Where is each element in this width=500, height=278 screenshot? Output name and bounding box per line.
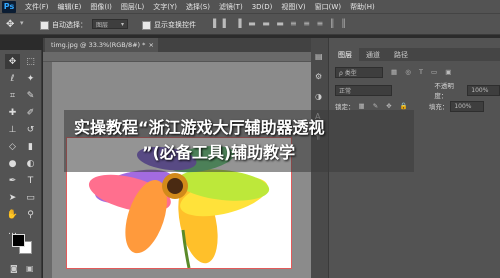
blend-mode-value: 正常: [339, 87, 352, 95]
opacity-label: 不透明度：: [434, 82, 454, 100]
menu-layer[interactable]: 图层(L): [121, 2, 144, 12]
menu-bar: Ps 文件(F) 编辑(E) 图像(I) 图层(L) 文字(Y) 选择(S) 滤…: [0, 0, 500, 13]
lock-icons[interactable]: ▦ ✎ ✥ 🔒: [359, 102, 411, 110]
pen-tool-icon[interactable]: ✒: [5, 173, 20, 188]
filter-icons[interactable]: ▦ ◎ T ▭ ▣: [391, 68, 454, 76]
auto-select-value: 图层: [96, 21, 109, 29]
magic-wand-tool-icon[interactable]: ✦: [23, 71, 38, 86]
fill-label: 填充：: [428, 103, 449, 111]
layer-kind-filter[interactable]: ρ 类型: [335, 66, 383, 78]
auto-select-dropdown[interactable]: 图层 ▾: [92, 19, 128, 29]
overlay-title-line-2: ”(必备工具)辅助教学: [142, 143, 296, 162]
chevron-down-icon: ▾: [120, 20, 124, 28]
marquee-tool-icon[interactable]: ⬚: [23, 54, 38, 69]
eyedropper-tool-icon[interactable]: ✎: [23, 88, 38, 103]
tab-paths[interactable]: 路径: [387, 48, 415, 61]
menu-type[interactable]: 文字(Y): [153, 2, 177, 12]
document-tab[interactable]: timg.jpg @ 33.3%(RGB/8#) * ×: [45, 38, 158, 52]
path-selection-tool-icon[interactable]: ➤: [5, 190, 20, 205]
eraser-tool-icon[interactable]: ◇: [5, 139, 20, 154]
auto-select-label: 自动选择：: [52, 21, 87, 29]
history-brush-tool-icon[interactable]: ↺: [23, 122, 38, 137]
opacity-input[interactable]: 100%: [467, 84, 500, 96]
clone-stamp-tool-icon[interactable]: ⊥: [5, 122, 20, 137]
tool-preset-chevron-icon[interactable]: ▾: [20, 19, 24, 27]
adjustments-panel-icon[interactable]: ◑: [315, 92, 322, 101]
options-bar: ✥ ▾ 自动选择： 图层 ▾ 显示变换控件 ▐ ▌ ▐ ▬ ▬ ▬ ≡ ≡ ≡ …: [0, 13, 500, 35]
blend-row: 正常 不透明度： 100%: [331, 82, 500, 100]
vertical-ruler: [43, 62, 52, 278]
menu-edit[interactable]: 编辑(E): [58, 2, 82, 12]
align-icons[interactable]: ▐ ▌ ▐ ▬ ▬ ▬: [210, 19, 286, 28]
fill-value: 100%: [454, 102, 472, 110]
show-transform-label: 显示变换控件: [154, 21, 196, 29]
menu-view[interactable]: 视图(V): [281, 2, 305, 12]
overlay-title-line-1: 实操教程“浙江游戏大厅辅助器透视: [74, 118, 325, 137]
close-icon[interactable]: ×: [149, 41, 154, 49]
gradient-tool-icon[interactable]: ▮: [23, 139, 38, 154]
menu-3d[interactable]: 3D(D): [252, 3, 273, 11]
hand-tool-icon[interactable]: ✋: [5, 207, 20, 222]
type-tool-icon[interactable]: T: [23, 173, 38, 188]
opacity-value: 100%: [471, 86, 489, 94]
history-panel-icon[interactable]: ▤: [315, 52, 323, 61]
fill-input[interactable]: 100%: [450, 100, 485, 112]
dodge-tool-icon[interactable]: ◐: [23, 156, 38, 171]
blend-mode-dropdown[interactable]: 正常: [335, 84, 393, 96]
layers-panel-tabs: 图层 通道 路径: [331, 48, 500, 61]
layer-filter-row: ρ 类型 ▦ ◎ T ▭ ▣: [331, 66, 500, 78]
foreground-color-swatch[interactable]: [12, 234, 25, 247]
horizontal-ruler: [43, 52, 311, 62]
screen-mode-icon[interactable]: ▣: [26, 264, 34, 273]
menu-window[interactable]: 窗口(W): [315, 2, 341, 12]
distribute-icons[interactable]: ≡ ≡ ≡ ║ ║: [290, 19, 348, 28]
tab-channels[interactable]: 通道: [359, 48, 387, 61]
document-tab-label: timg.jpg @ 33.3%(RGB/8#) *: [51, 41, 146, 49]
tab-layers[interactable]: 图层: [331, 48, 359, 61]
healing-brush-tool-icon[interactable]: ✚: [5, 105, 20, 120]
properties-panel-icon[interactable]: ⚙: [315, 72, 322, 81]
move-tool-icon[interactable]: ✥: [6, 19, 14, 30]
brush-tool-icon[interactable]: ✐: [23, 105, 38, 120]
menu-select[interactable]: 选择(S): [186, 2, 210, 12]
zoom-tool-icon[interactable]: ⚲: [23, 207, 38, 222]
menu-help[interactable]: 帮助(H): [350, 2, 375, 12]
crop-tool-icon[interactable]: ⌗: [5, 88, 20, 103]
photoshop-logo: Ps: [2, 0, 16, 13]
quick-mask-icon[interactable]: ◙: [10, 264, 18, 273]
menu-filter[interactable]: 滤镜(T): [219, 2, 243, 12]
rectangle-tool-icon[interactable]: ▭: [23, 190, 38, 205]
layer-kind-label: ρ 类型: [339, 69, 357, 77]
show-transform-checkbox[interactable]: [142, 21, 151, 32]
menu-file[interactable]: 文件(F): [25, 2, 49, 12]
lasso-tool-icon[interactable]: ℓ: [5, 71, 20, 86]
menu-image[interactable]: 图像(I): [90, 2, 112, 12]
auto-select-checkbox[interactable]: [40, 21, 49, 32]
blur-tool-icon[interactable]: ●: [5, 156, 20, 171]
move-tool-icon[interactable]: ✥: [5, 54, 20, 69]
